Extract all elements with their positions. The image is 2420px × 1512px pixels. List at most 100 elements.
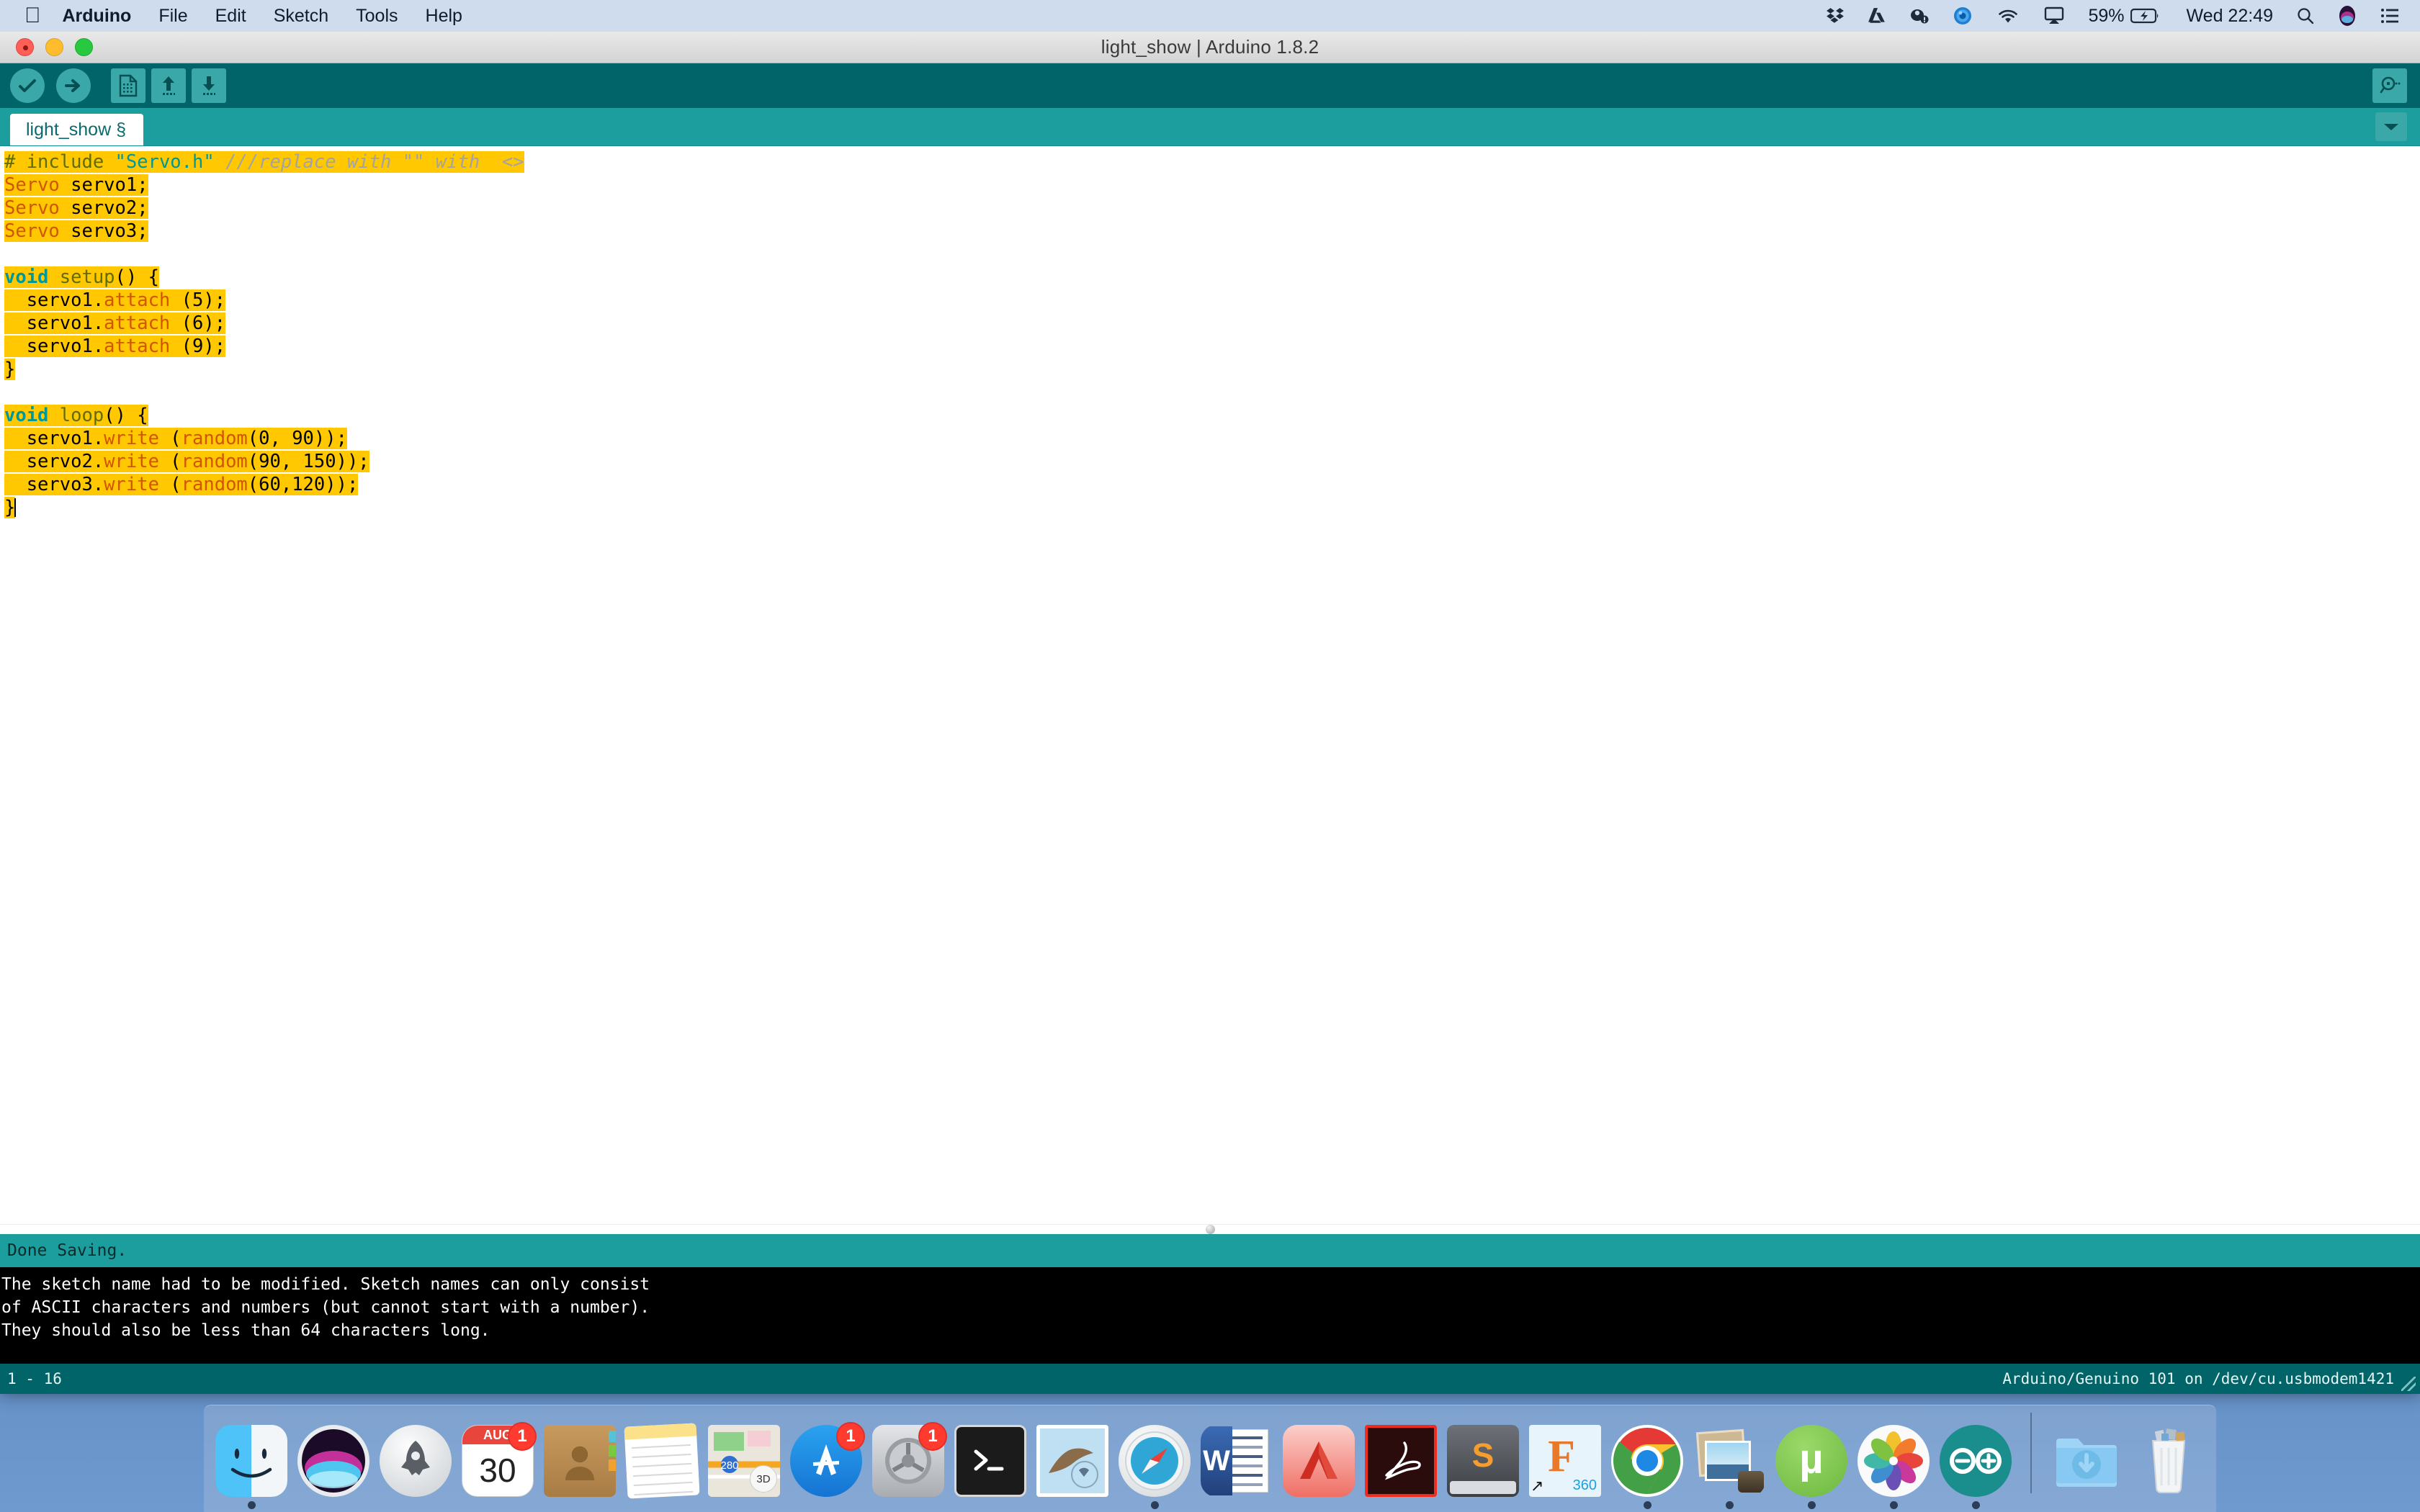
window-resize-grip[interactable] bbox=[2401, 1377, 2416, 1391]
dock-item-notes[interactable] bbox=[624, 1423, 700, 1509]
selected-code: Servo servo3; bbox=[4, 220, 148, 242]
arduino-toolbar bbox=[0, 63, 2420, 108]
code-token: servo1. bbox=[4, 289, 104, 311]
menu-item-sketch[interactable]: Sketch bbox=[274, 6, 328, 27]
code-token: void bbox=[4, 266, 60, 288]
upload-button[interactable] bbox=[56, 68, 91, 103]
verify-button[interactable] bbox=[10, 68, 45, 103]
dock-item-downloads[interactable] bbox=[2049, 1425, 2124, 1509]
console-output[interactable]: The sketch name had to be modified. Sket… bbox=[0, 1267, 2420, 1364]
tab-light-show[interactable]: light_show § bbox=[10, 114, 143, 145]
google-drive-icon[interactable] bbox=[1868, 6, 1886, 25]
selected-code: servo3.write (random(60,120)); bbox=[4, 474, 359, 495]
code-token: attach bbox=[104, 289, 171, 311]
search-icon[interactable] bbox=[2296, 6, 2315, 25]
calendar-icon: AUG 30 1 bbox=[462, 1422, 537, 1497]
code-line: void setup() { bbox=[4, 266, 2420, 289]
code-line: } bbox=[4, 358, 2420, 381]
dock-item-sublime-text[interactable]: S bbox=[1446, 1425, 1520, 1509]
wifi-icon[interactable] bbox=[1996, 6, 2020, 25]
new-sketch-button[interactable] bbox=[111, 68, 145, 103]
dock-item-google-chrome[interactable] bbox=[1610, 1425, 1685, 1509]
dock-item-app-store[interactable]: 1 bbox=[789, 1422, 865, 1509]
code-line: Servo servo2; bbox=[4, 197, 2420, 220]
dock-item-launchpad[interactable] bbox=[378, 1425, 453, 1509]
siri-icon[interactable] bbox=[2338, 5, 2357, 27]
menu-item-tools[interactable]: Tools bbox=[356, 6, 398, 27]
dock-item-maps[interactable]: 280 3D bbox=[707, 1425, 781, 1509]
dock-item-adobe-acrobat[interactable] bbox=[1363, 1425, 1438, 1509]
dock-item-fusion-360[interactable]: F 360 ↗ bbox=[1528, 1425, 1603, 1509]
dock-item-preview[interactable] bbox=[1692, 1425, 1767, 1509]
backup-icon[interactable] bbox=[1909, 6, 1930, 25]
code-token: random bbox=[181, 451, 248, 472]
notes-icon bbox=[624, 1423, 700, 1499]
contacts-icon bbox=[544, 1425, 616, 1497]
running-indicator bbox=[1150, 1501, 1159, 1509]
code-token: } bbox=[4, 497, 16, 518]
adobe-acrobat-icon bbox=[1365, 1425, 1437, 1497]
code-line: servo2.write (random(90, 150)); bbox=[4, 450, 2420, 473]
code-token: (0, 90)); bbox=[247, 428, 347, 449]
selected-code: servo1.write (random(0, 90)); bbox=[4, 428, 347, 449]
dropbox-icon[interactable] bbox=[1826, 6, 1845, 25]
dock-item-finder[interactable] bbox=[214, 1425, 289, 1509]
airplay-icon[interactable] bbox=[2043, 6, 2065, 25]
code-token: servo3. bbox=[4, 474, 104, 495]
battery-status[interactable]: 59% bbox=[2088, 6, 2160, 27]
launchpad-icon bbox=[380, 1425, 452, 1497]
svg-text:µ: µ bbox=[1799, 1436, 1823, 1482]
code-token: ( bbox=[158, 474, 182, 495]
dock-item-utorrent[interactable]: µ bbox=[1774, 1425, 1849, 1509]
code-editor[interactable]: # include "Servo.h" ///replace with "" w… bbox=[0, 145, 2420, 1234]
arduino-icon bbox=[1940, 1425, 2012, 1497]
running-indicator bbox=[247, 1501, 256, 1509]
code-content[interactable]: # include "Servo.h" ///replace with "" w… bbox=[0, 146, 2420, 519]
dock-item-safari[interactable] bbox=[1117, 1425, 1192, 1509]
dock-item-arduino[interactable] bbox=[1938, 1425, 2013, 1509]
dock-item-photos[interactable] bbox=[1856, 1425, 1931, 1509]
menu-item-file[interactable]: File bbox=[158, 6, 187, 27]
menu-item-help[interactable]: Help bbox=[426, 6, 462, 27]
serial-monitor-button[interactable] bbox=[2372, 68, 2407, 103]
menu-bar-clock[interactable]: Wed 22:49 bbox=[2187, 6, 2273, 27]
selected-code: servo1.attach (5); bbox=[4, 289, 226, 311]
code-token: () { bbox=[104, 405, 148, 426]
code-token: "Servo.h" bbox=[115, 151, 226, 173]
arduino-ide-window: light_show | Arduino 1.8.2 light_show § … bbox=[0, 32, 2420, 1394]
dock-item-trash[interactable] bbox=[2131, 1425, 2206, 1509]
dock-item-system-preferences[interactable]: 1 bbox=[871, 1422, 947, 1509]
chevron-down-icon[interactable] bbox=[2375, 112, 2407, 141]
notification-center-icon[interactable] bbox=[2380, 6, 2400, 25]
utorrent-icon: µ bbox=[1775, 1425, 1847, 1497]
code-token: (90, 150)); bbox=[247, 451, 369, 472]
split-pane-handle[interactable] bbox=[0, 1224, 2420, 1234]
code-line: } bbox=[4, 496, 2420, 519]
code-token: attach bbox=[104, 336, 171, 357]
menu-item-arduino[interactable]: Arduino bbox=[63, 6, 132, 27]
menu-item-edit[interactable]: Edit bbox=[215, 6, 246, 27]
dock-item-microsoft-word[interactable]: W bbox=[1199, 1425, 1274, 1509]
autocad-icon bbox=[1283, 1425, 1355, 1497]
line-range-label: 1 - 16 bbox=[7, 1370, 62, 1387]
dock-item-mail[interactable] bbox=[1035, 1425, 1110, 1509]
apple-menu-icon[interactable]:  bbox=[24, 5, 41, 27]
bluejeans-icon[interactable] bbox=[1953, 6, 1973, 26]
open-sketch-button[interactable] bbox=[151, 68, 186, 103]
dock-item-contacts[interactable] bbox=[542, 1425, 617, 1509]
dock-item-siri[interactable] bbox=[296, 1425, 371, 1509]
dock-item-terminal[interactable] bbox=[953, 1425, 1028, 1509]
dock-item-autocad[interactable] bbox=[1281, 1425, 1356, 1509]
macos-dock: AUG 30 1 280 3D 1 1 W S F 360 ↗ µ bbox=[0, 1394, 2420, 1512]
photos-icon bbox=[1857, 1425, 1930, 1497]
status-message: Done Saving. bbox=[7, 1241, 127, 1260]
code-token: void bbox=[4, 405, 60, 426]
code-token: (60,120)); bbox=[247, 474, 359, 495]
code-token: random bbox=[181, 428, 248, 449]
selected-code: } bbox=[4, 359, 16, 380]
terminal-icon bbox=[954, 1425, 1026, 1497]
dock-item-calendar[interactable]: AUG 30 1 bbox=[460, 1422, 537, 1509]
save-sketch-button[interactable] bbox=[192, 68, 226, 103]
